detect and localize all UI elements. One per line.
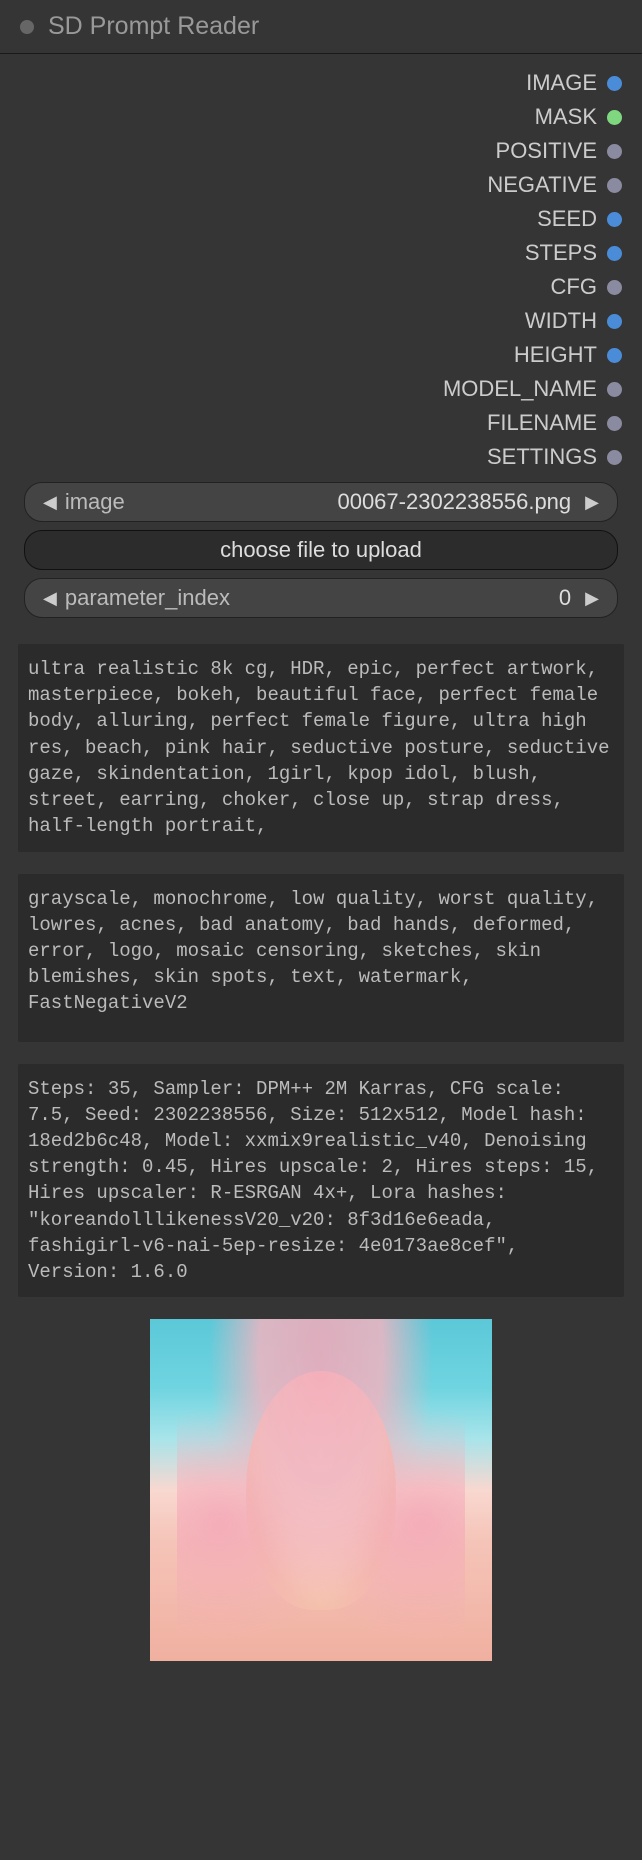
output-label: MASK <box>535 104 597 130</box>
output-label: CFG <box>551 274 597 300</box>
header-dot-icon <box>20 20 34 34</box>
image-selector[interactable]: ◀ image 00067-2302238556.png ▶ <box>24 482 618 522</box>
output-label: NEGATIVE <box>487 172 597 198</box>
output-port-icon[interactable] <box>607 76 622 91</box>
output-port-icon[interactable] <box>607 314 622 329</box>
output-row: MODEL_NAME <box>20 372 622 406</box>
parameter-index-selector[interactable]: ◀ parameter_index 0 ▶ <box>24 578 618 618</box>
upload-button-label: choose file to upload <box>220 537 422 563</box>
image-filename-value: 00067-2302238556.png <box>125 489 571 515</box>
next-image-arrow-icon[interactable]: ▶ <box>581 492 603 513</box>
prev-param-arrow-icon[interactable]: ◀ <box>39 588 61 609</box>
output-port-icon[interactable] <box>607 110 622 125</box>
output-port-icon[interactable] <box>607 382 622 397</box>
output-row: SETTINGS <box>20 440 622 474</box>
controls-section: ◀ image 00067-2302238556.png ▶ choose fi… <box>0 482 642 644</box>
output-label: WIDTH <box>525 308 597 334</box>
output-label: SEED <box>537 206 597 232</box>
settings-text[interactable]: Steps: 35, Sampler: DPM++ 2M Karras, CFG… <box>18 1064 624 1298</box>
output-label: IMAGE <box>526 70 597 96</box>
output-row: FILENAME <box>20 406 622 440</box>
output-port-icon[interactable] <box>607 212 622 227</box>
output-row: WIDTH <box>20 304 622 338</box>
param-field-label: parameter_index <box>65 585 230 611</box>
outputs-list: IMAGE MASK POSITIVE NEGATIVE SEED STEPS CFG WID… <box>0 54 642 482</box>
node-title: SD Prompt Reader <box>48 12 259 41</box>
output-port-icon[interactable] <box>607 280 622 295</box>
output-port-icon[interactable] <box>607 348 622 363</box>
node-header: SD Prompt Reader <box>0 0 642 54</box>
output-row: STEPS <box>20 236 622 270</box>
output-row: MASK <box>20 100 622 134</box>
output-row: HEIGHT <box>20 338 622 372</box>
output-port-icon[interactable] <box>607 450 622 465</box>
output-row: IMAGE <box>20 66 622 100</box>
positive-prompt-text[interactable]: ultra realistic 8k cg, HDR, epic, perfec… <box>18 644 624 852</box>
output-label: STEPS <box>525 240 597 266</box>
output-label: SETTINGS <box>487 444 597 470</box>
output-port-icon[interactable] <box>607 178 622 193</box>
param-index-value: 0 <box>230 585 571 611</box>
image-field-label: image <box>65 489 125 515</box>
next-param-arrow-icon[interactable]: ▶ <box>581 588 603 609</box>
upload-button[interactable]: choose file to upload <box>24 530 618 570</box>
output-port-icon[interactable] <box>607 416 622 431</box>
output-row: NEGATIVE <box>20 168 622 202</box>
output-label: HEIGHT <box>514 342 597 368</box>
output-port-icon[interactable] <box>607 144 622 159</box>
output-row: POSITIVE <box>20 134 622 168</box>
output-row: SEED <box>20 202 622 236</box>
output-label: POSITIVE <box>496 138 597 164</box>
output-row: CFG <box>20 270 622 304</box>
image-preview <box>150 1319 492 1661</box>
negative-prompt-text[interactable]: grayscale, monochrome, low quality, wors… <box>18 874 624 1042</box>
output-port-icon[interactable] <box>607 246 622 261</box>
prev-image-arrow-icon[interactable]: ◀ <box>39 492 61 513</box>
output-label: MODEL_NAME <box>443 376 597 402</box>
output-label: FILENAME <box>487 410 597 436</box>
